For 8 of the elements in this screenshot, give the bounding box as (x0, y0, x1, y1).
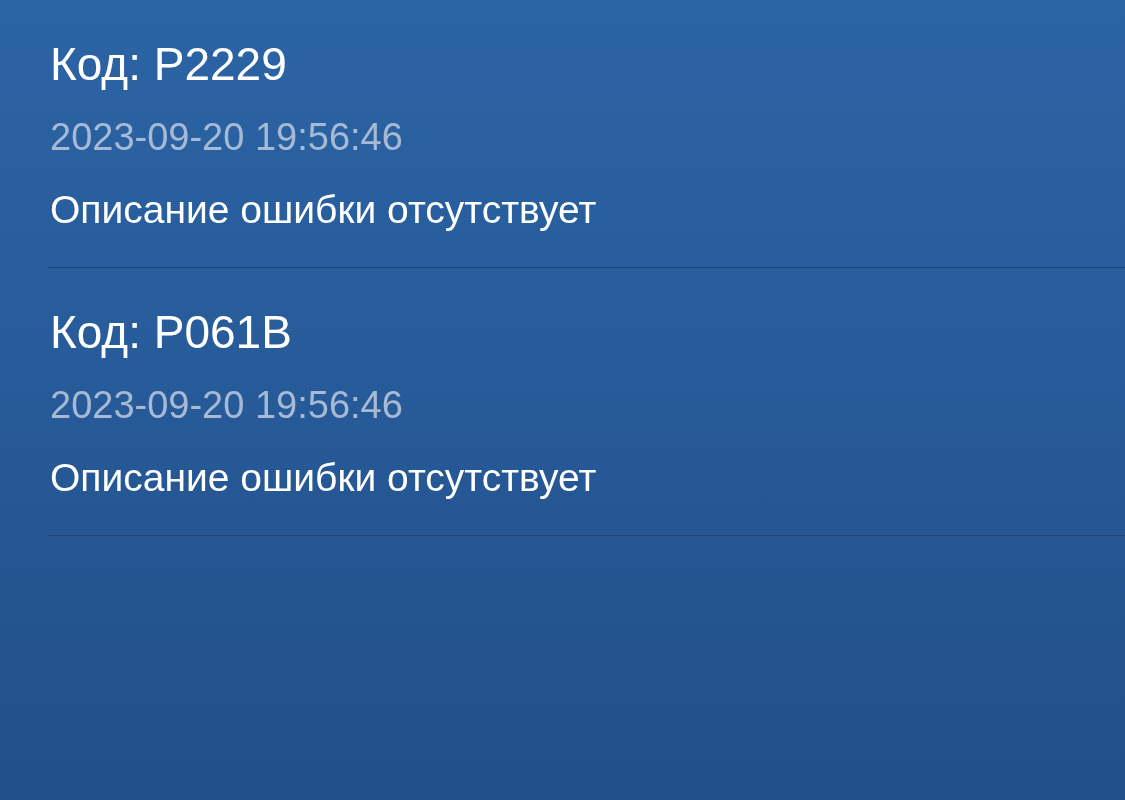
error-list-item[interactable]: Код: P061B 2023-09-20 19:56:46 Описание ошибки отсутствует (48, 268, 1125, 536)
error-description: Описание ошибки отсутствует (50, 187, 597, 233)
error-timestamp: 2023-09-20 19:56:46 (50, 383, 403, 427)
error-description: Описание ошибки отсутствует (50, 455, 597, 501)
error-code: Код: P2229 (50, 38, 287, 90)
error-code: Код: P061B (50, 306, 292, 358)
error-timestamp: 2023-09-20 19:56:46 (50, 115, 403, 159)
error-list-item[interactable]: Код: P2229 2023-09-20 19:56:46 Описание ошибки отсутствует (48, 0, 1125, 268)
